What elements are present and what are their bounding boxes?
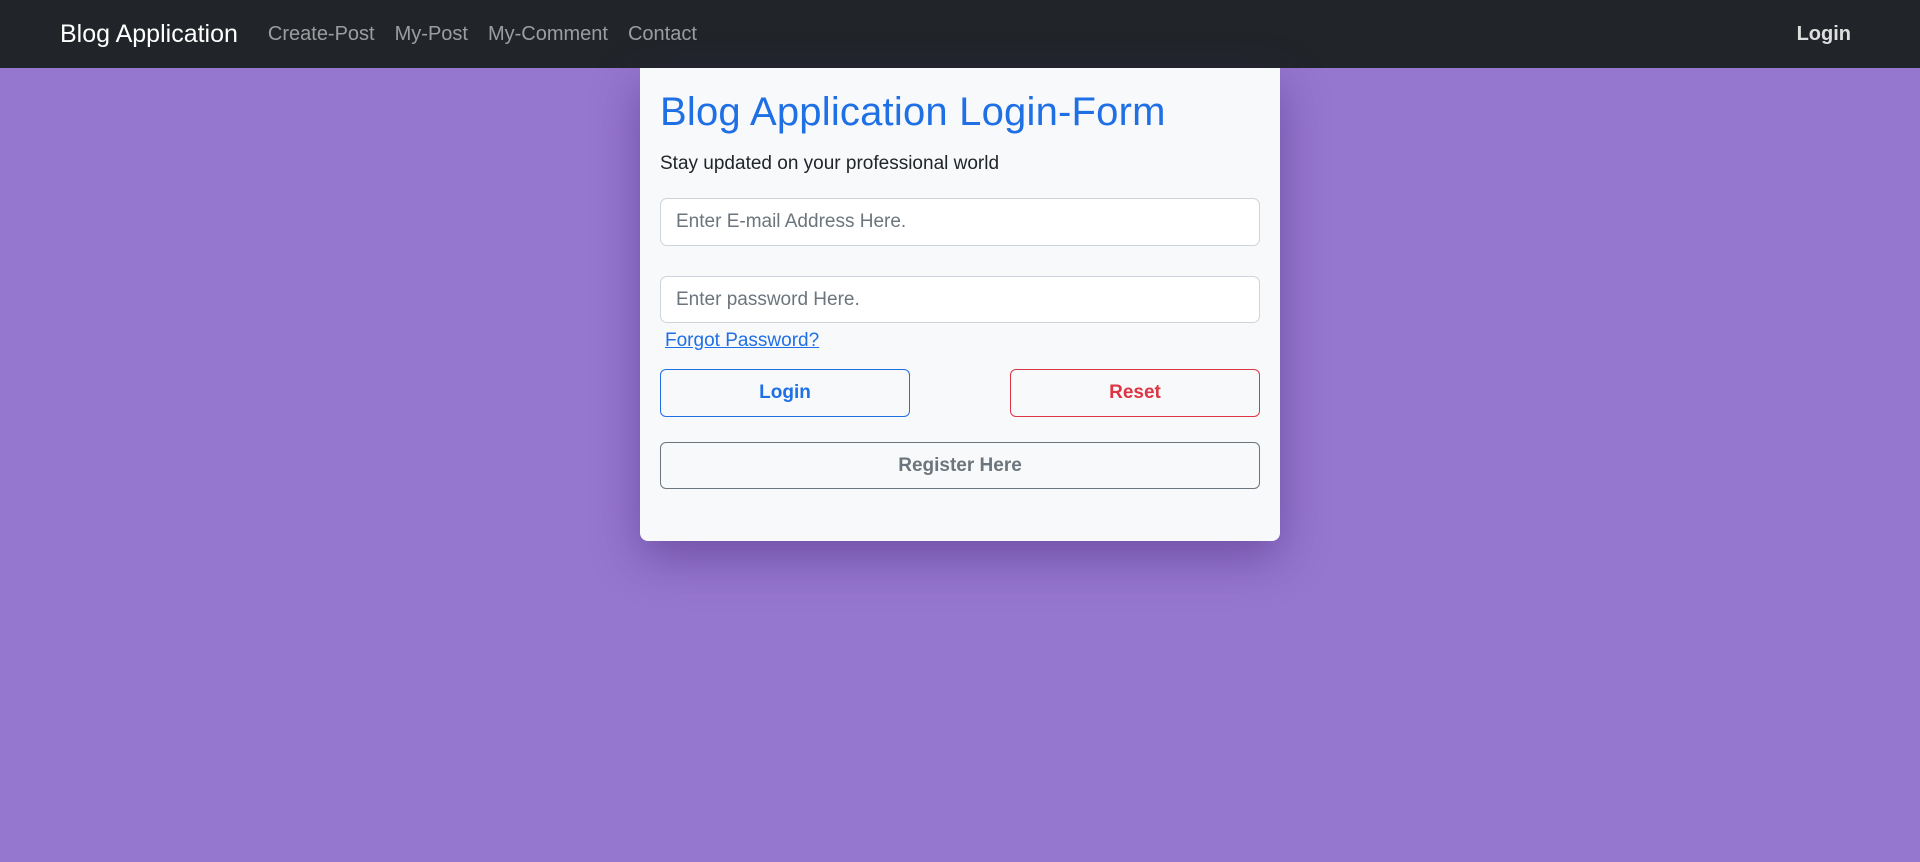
button-row: Login Reset xyxy=(660,369,1260,417)
email-input[interactable] xyxy=(660,198,1260,246)
login-button[interactable]: Login xyxy=(660,369,910,417)
form-title: Blog Application Login-Form xyxy=(660,90,1166,134)
register-button[interactable]: Register Here xyxy=(660,442,1260,489)
reset-button[interactable]: Reset xyxy=(1010,369,1260,417)
brand-link[interactable]: Blog Application xyxy=(60,20,238,49)
nav-link-my-comment[interactable]: My-Comment xyxy=(488,23,608,46)
password-input[interactable] xyxy=(660,276,1260,323)
nav-links: Create-Post My-Post My-Comment Contact xyxy=(268,23,697,46)
top-navbar: Blog Application Create-Post My-Post My-… xyxy=(0,0,1920,68)
nav-login-link[interactable]: Login xyxy=(1797,23,1851,46)
nav-link-contact[interactable]: Contact xyxy=(628,23,697,46)
login-card: Blog Application Login-Form Stay updated… xyxy=(640,68,1280,541)
form-subtitle: Stay updated on your professional world xyxy=(660,153,1000,174)
forgot-password-link[interactable]: Forgot Password? xyxy=(665,330,819,352)
nav-link-my-post[interactable]: My-Post xyxy=(395,23,468,46)
nav-link-create-post[interactable]: Create-Post xyxy=(268,23,375,46)
